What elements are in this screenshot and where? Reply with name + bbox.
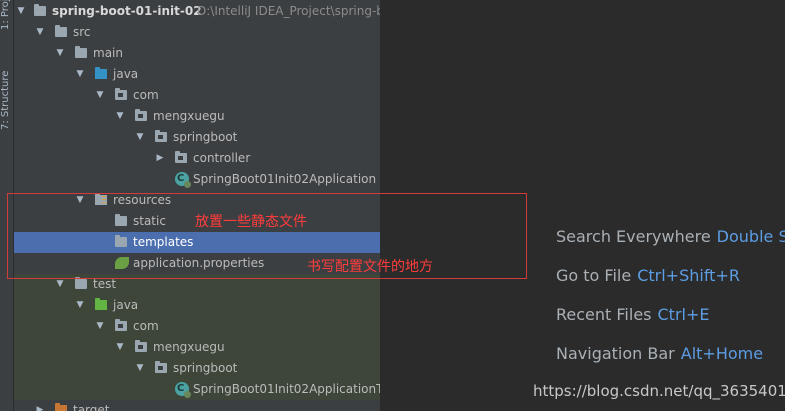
tree-row-resources[interactable]: ▼ resources xyxy=(14,190,380,211)
chevron-down-icon[interactable]: ▼ xyxy=(75,190,85,211)
tree-label: target xyxy=(73,403,110,411)
excluded-folder-icon xyxy=(55,403,67,411)
tree-row-test-class[interactable]: C SpringBoot01Init02ApplicationTe xyxy=(14,379,380,400)
tree-row-module[interactable]: ▼ spring-boot-01-init-02 D:\IntelliJ IDE… xyxy=(14,1,380,22)
chevron-down-icon[interactable]: ▼ xyxy=(135,127,145,148)
chevron-right-icon[interactable]: ▶ xyxy=(35,400,45,411)
chevron-right-icon[interactable]: ▶ xyxy=(155,148,165,169)
test-source-folder-icon xyxy=(95,298,107,310)
tree-label: SpringBoot01Init02ApplicationTe xyxy=(193,382,380,396)
tree-row-src[interactable]: ▼ src xyxy=(14,22,380,43)
hint-recent-files: Recent Files Ctrl+E xyxy=(556,305,709,324)
tree-row-springboot[interactable]: ▼ springboot xyxy=(14,127,380,148)
watermark: https://blog.csdn.net/qq_36354011 xyxy=(533,382,785,400)
tool-window-strip: 1: Project 7: Structure xyxy=(0,0,14,411)
hint-shortcut: Alt+Home xyxy=(680,344,764,363)
tree-row-test-springboot[interactable]: ▼ springboot xyxy=(14,358,380,379)
module-name: spring-boot-01-init-02 xyxy=(52,4,202,18)
tree-row-application-class[interactable]: C SpringBoot01Init02Application xyxy=(14,169,380,190)
package-icon xyxy=(155,130,167,142)
package-icon xyxy=(115,88,127,100)
chevron-down-icon[interactable]: ▼ xyxy=(135,358,145,379)
tree-label: controller xyxy=(193,151,251,165)
chevron-down-icon[interactable]: ▼ xyxy=(115,106,125,127)
resources-folder-icon xyxy=(95,193,107,205)
package-icon xyxy=(135,340,147,352)
tree-label: springboot xyxy=(173,361,238,375)
hint-go-to-file: Go to File Ctrl+Shift+R xyxy=(556,266,740,285)
tree-row-test[interactable]: ▼ test xyxy=(14,274,380,295)
chevron-down-icon[interactable]: ▼ xyxy=(115,337,125,358)
folder-icon xyxy=(115,214,127,226)
folder-icon xyxy=(75,46,87,58)
chevron-down-icon[interactable]: ▼ xyxy=(75,64,85,85)
chevron-down-icon[interactable]: ▼ xyxy=(16,1,26,22)
tree-label: SpringBoot01Init02Application xyxy=(193,172,377,186)
spring-properties-icon xyxy=(115,257,129,269)
hint-shortcut: Ctrl+Shift+R xyxy=(637,266,740,285)
tree-row-test-com[interactable]: ▼ com xyxy=(14,316,380,337)
hint-label: Recent Files xyxy=(556,305,652,324)
static-annotation: 放置一些静态文件 xyxy=(195,214,307,230)
tree-row-main[interactable]: ▼ main xyxy=(14,43,380,64)
chevron-down-icon[interactable]: ▼ xyxy=(55,274,65,295)
tree-label: main xyxy=(93,46,123,60)
project-tool-tab[interactable]: 1: Project xyxy=(0,0,13,30)
tree-label: com xyxy=(133,319,159,333)
tree-label: src xyxy=(73,25,91,39)
hint-label: Search Everywhere xyxy=(556,227,711,246)
tree-row-test-mengxuegu[interactable]: ▼ mengxuegu xyxy=(14,337,380,358)
spring-boot-class-icon: C xyxy=(175,172,191,188)
hint-shortcut: Ctrl+E xyxy=(657,305,710,324)
tree-label: templates xyxy=(133,235,194,249)
tree-row-controller[interactable]: ▶ controller xyxy=(14,148,380,169)
chevron-down-icon[interactable]: ▼ xyxy=(95,316,105,337)
panel-divider[interactable] xyxy=(380,0,381,411)
source-folder-icon xyxy=(95,67,107,79)
chevron-down-icon[interactable]: ▼ xyxy=(95,85,105,106)
tree-row-com[interactable]: ▼ com xyxy=(14,85,380,106)
project-tree: ▼ spring-boot-01-init-02 D:\IntelliJ IDE… xyxy=(14,0,380,411)
hint-shortcut: Double Sh xyxy=(716,227,785,246)
folder-icon xyxy=(75,277,87,289)
tree-row-mengxuegu[interactable]: ▼ mengxuegu xyxy=(14,106,380,127)
hint-label: Go to File xyxy=(556,266,632,285)
tree-label: java xyxy=(113,67,139,81)
hint-search-everywhere: Search Everywhere Double Sh xyxy=(556,227,785,246)
tree-label: mengxuegu xyxy=(153,340,225,354)
tree-label: resources xyxy=(113,193,172,207)
tree-label: test xyxy=(93,277,117,291)
hint-label: Navigation Bar xyxy=(556,344,675,363)
hint-navigation-bar: Navigation Bar Alt+Home xyxy=(556,344,763,363)
package-icon xyxy=(175,151,187,163)
package-icon xyxy=(155,361,167,373)
module-icon xyxy=(34,4,46,16)
structure-tool-tab[interactable]: 7: Structure xyxy=(0,46,13,130)
tree-row-test-java[interactable]: ▼ java xyxy=(14,295,380,316)
tree-row-templates[interactable]: templates xyxy=(14,232,380,253)
chevron-down-icon[interactable]: ▼ xyxy=(75,295,85,316)
chevron-down-icon[interactable]: ▼ xyxy=(35,22,45,43)
tree-label: static xyxy=(133,214,166,228)
module-path: D:\IntelliJ IDEA_Project\spring-b xyxy=(197,4,380,18)
tree-label: java xyxy=(113,298,139,312)
folder-icon xyxy=(115,235,127,247)
tree-row-target[interactable]: ▶ target xyxy=(14,400,380,411)
properties-annotation: 书写配置文件的地方 xyxy=(307,259,433,275)
tree-label: application.properties xyxy=(133,256,265,270)
package-icon xyxy=(115,319,127,331)
folder-icon xyxy=(55,25,67,37)
tree-row-java[interactable]: ▼ java xyxy=(14,64,380,85)
tree-label: mengxuegu xyxy=(153,109,225,123)
spring-boot-class-icon: C xyxy=(175,382,191,398)
package-icon xyxy=(135,109,147,121)
tree-label: springboot xyxy=(173,130,238,144)
tree-label: com xyxy=(133,88,159,102)
chevron-down-icon[interactable]: ▼ xyxy=(55,43,65,64)
